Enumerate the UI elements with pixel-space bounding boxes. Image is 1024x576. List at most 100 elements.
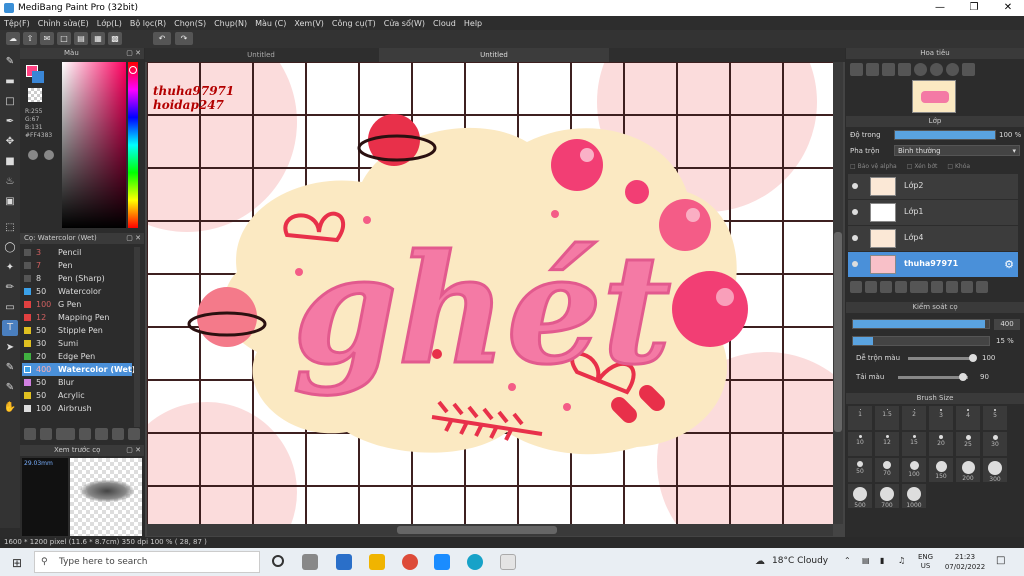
brush-item[interactable]: 50 Blur (22, 376, 132, 389)
search-input[interactable]: ⚲ Type here to search (34, 551, 260, 573)
operation-tool-icon[interactable]: ➤ (2, 340, 18, 356)
navigator-thumbnail[interactable] (912, 80, 956, 113)
layer-row-selected[interactable]: thuha97971 ⚙ (848, 252, 1018, 277)
brush-item[interactable]: 100 Airbrush (22, 402, 132, 415)
brush-item[interactable]: 3 Pencil (22, 246, 132, 259)
brush-item[interactable]: 100 G Pen (22, 298, 132, 311)
brush-size-option[interactable]: 10 (848, 432, 872, 456)
battery-icon[interactable]: ▮ (880, 556, 884, 565)
rotate-right-icon[interactable] (946, 63, 959, 76)
visibility-icon[interactable] (852, 183, 858, 189)
brush-item[interactable]: 7 Pen (22, 259, 132, 272)
palette-icon[interactable] (28, 150, 38, 160)
chat-icon[interactable]: ✉ (40, 32, 54, 45)
zoom-in-icon[interactable] (850, 63, 863, 76)
hue-handle[interactable] (129, 66, 137, 74)
rotate-left-icon[interactable] (914, 63, 927, 76)
network-icon[interactable]: ▤ (862, 556, 870, 565)
reset-rotate-icon[interactable] (930, 63, 943, 76)
bit-icon[interactable]: ▩ (108, 32, 122, 45)
visibility-icon[interactable] (852, 261, 858, 267)
select-pen-icon[interactable]: ✏ (2, 280, 18, 296)
secondary-color-swatch[interactable] (32, 71, 44, 83)
layer-row[interactable]: Lớp2 (848, 174, 1018, 199)
layer-row[interactable]: Lớp1 (848, 200, 1018, 225)
brush-item[interactable]: 50 Watercolor (22, 285, 132, 298)
menu-filter[interactable]: Bộ lọc(R) (126, 19, 170, 28)
eyedropper-tool-icon[interactable]: ✎ (2, 380, 18, 396)
medibang-icon[interactable] (500, 554, 516, 570)
close-button[interactable]: ✕ (992, 0, 1024, 16)
menu-tools[interactable]: Công cụ(T) (328, 19, 380, 28)
menu-select[interactable]: Chọn(S) (170, 19, 210, 28)
fill-rect-icon[interactable]: ■ (2, 154, 18, 170)
cloud-icon[interactable]: ☁ (6, 32, 20, 45)
maximize-button[interactable]: ❐ (958, 0, 990, 16)
brush-size-value[interactable]: 400 (994, 319, 1020, 330)
redo-icon[interactable]: ↷ (175, 32, 193, 45)
menu-help[interactable]: Help (460, 19, 486, 28)
brush-size-option[interactable]: 50 (848, 458, 872, 482)
horizontal-scrollbar[interactable] (147, 524, 833, 536)
notification-icon[interactable]: □ (996, 555, 1005, 566)
brush-tool-icon[interactable]: ✎ (2, 54, 18, 70)
flip-icon[interactable] (962, 63, 975, 76)
brush-props-icon[interactable] (79, 428, 92, 440)
visibility-icon[interactable] (852, 235, 858, 241)
lock-checkbox[interactable]: □ Khóa (947, 163, 970, 170)
chrome-icon[interactable] (402, 554, 418, 570)
hand-tool-icon[interactable]: ✋ (2, 400, 18, 416)
brush-item[interactable]: 8 Pen (Sharp) (22, 272, 132, 285)
menu-color[interactable]: Màu (C) (251, 19, 290, 28)
panel-close-icon[interactable]: ▢ ✕ (126, 48, 141, 59)
palette-add-icon[interactable] (44, 150, 54, 160)
menu-cloud[interactable]: Cloud (429, 19, 460, 28)
file-explorer-icon[interactable] (369, 554, 385, 570)
comment-icon[interactable]: □ (57, 32, 71, 45)
brush-settings-icon[interactable] (24, 428, 37, 440)
clipping-checkbox[interactable]: □ Xén bớt (907, 163, 938, 170)
vertical-scrollbar[interactable] (833, 62, 843, 524)
brush-size-option[interactable]: 700 (875, 484, 899, 509)
windows-start-icon[interactable]: ⊞ (12, 556, 22, 570)
visibility-icon[interactable] (852, 209, 858, 215)
brush-item[interactable]: 20 Edge Pen (22, 350, 132, 363)
brush-size-option[interactable]: 100 (902, 458, 926, 482)
layer-opacity-slider[interactable] (894, 130, 996, 140)
task-view-icon[interactable] (302, 554, 318, 570)
brush-opacity-slider[interactable] (852, 336, 990, 346)
eraser-tool-icon[interactable]: ▬ (2, 74, 18, 90)
copy-brush-icon[interactable] (111, 428, 124, 440)
zalo-icon[interactable] (434, 554, 450, 570)
brush-size-option[interactable]: 3 (929, 406, 953, 430)
drawing-canvas[interactable]: ghét thuha97971 hoidap247 (147, 62, 833, 524)
color-load-slider[interactable] (898, 373, 968, 381)
brush-size-option[interactable]: 70 (875, 458, 899, 482)
select-rect-icon[interactable]: ⬚ (2, 220, 18, 236)
brush-size-option[interactable]: 1000 (902, 484, 926, 509)
brush-size-option[interactable]: 500 (848, 484, 872, 509)
shape-tool-icon[interactable]: □ (2, 94, 18, 110)
brush-size-option[interactable]: 1.5 (875, 406, 899, 430)
blend-color-slider[interactable] (908, 354, 977, 362)
clock[interactable]: 21:23 07/02/2022 (944, 552, 986, 572)
zoom-in-2-icon[interactable] (866, 63, 879, 76)
halftone-layer-icon[interactable] (895, 281, 907, 293)
bucket-tool-icon[interactable]: ♨ (2, 174, 18, 190)
language-indicator[interactable]: ENG US (918, 553, 933, 571)
brush-folder-icon[interactable] (95, 428, 108, 440)
brush-size-option[interactable]: 300 (983, 458, 1007, 483)
volume-icon[interactable]: ♫ (898, 556, 905, 565)
fit-screen-icon[interactable] (882, 63, 895, 76)
cortana-icon[interactable] (272, 555, 284, 567)
brush-size-option[interactable]: 4 (956, 406, 980, 430)
brush-item-selected[interactable]: 400 Watercolor (Wet) (22, 363, 135, 376)
brush-size-option[interactable]: 15 (902, 432, 926, 456)
pen-tool-icon[interactable]: ✒ (2, 114, 18, 130)
zoom-out-icon[interactable] (898, 63, 911, 76)
brush-size-option[interactable]: 20 (929, 432, 953, 456)
layer-row[interactable]: Lớp4 (848, 226, 1018, 251)
menu-snap[interactable]: Chụp(N) (210, 19, 251, 28)
brush-list-scrollbar[interactable] (134, 247, 140, 427)
minimize-button[interactable]: — (924, 0, 956, 16)
